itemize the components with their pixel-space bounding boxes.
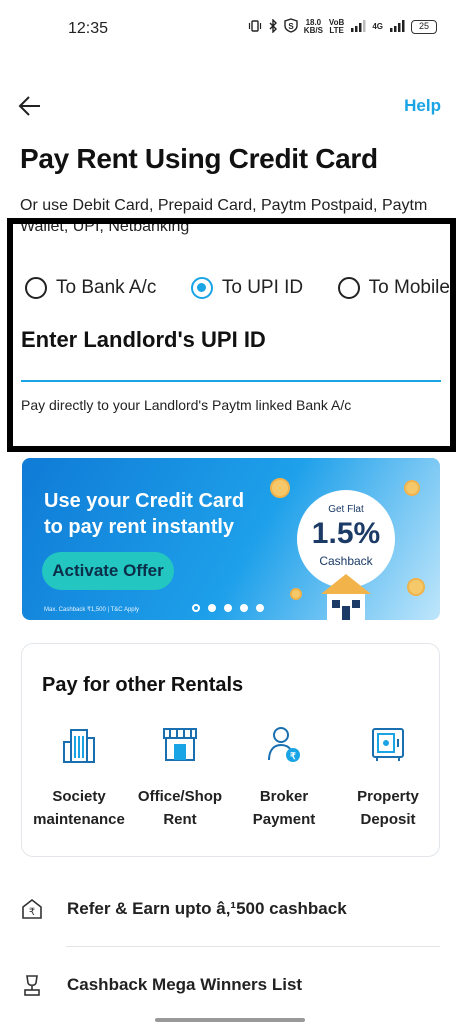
- rental-label: Property Deposit: [336, 785, 440, 831]
- safe-icon: [372, 728, 404, 761]
- rental-label-line1: Office/Shop: [137, 788, 223, 805]
- vibrate-icon: [248, 19, 262, 36]
- battery-icon: 25: [411, 20, 437, 34]
- carousel-dot[interactable]: [256, 604, 264, 612]
- home-indicator[interactable]: [155, 1018, 305, 1022]
- rental-label-line1: Society: [52, 788, 106, 805]
- rupee-house-icon: ₹: [22, 898, 42, 919]
- option-upi-id-label: To UPI ID: [221, 277, 304, 298]
- banner-fine-print: Max. Cashback ₹1,500 | T&C Apply: [44, 607, 139, 613]
- carousel-dot[interactable]: [240, 604, 248, 612]
- offer-banner[interactable]: Use your Credit Card to pay rent instant…: [22, 458, 440, 620]
- cashback-winners-link[interactable]: Cashback Mega Winners List: [20, 955, 440, 1015]
- rental-label-line1: Property: [357, 788, 419, 805]
- carousel-dot[interactable]: [224, 604, 232, 612]
- coin-icon: [404, 480, 420, 496]
- rental-label-line1: Broker: [259, 788, 309, 805]
- cashback-winners-label: Cashback Mega Winners List: [67, 975, 303, 994]
- refer-earn-label: Refer & Earn upto â‚¹500 cashback: [67, 899, 347, 918]
- rental-label-line2: Rent: [163, 811, 197, 828]
- upi-hint: Pay directly to your Landlord's Paytm li…: [21, 397, 352, 413]
- option-bank-account-label: To Bank A/c: [56, 277, 157, 298]
- payment-destination-panel: To Bank A/c To UPI ID To Mobile Enter La…: [7, 218, 456, 452]
- shop-icon: [163, 728, 197, 761]
- trophy-icon: [24, 975, 40, 996]
- banner-headline-1: Use your Credit Card: [44, 490, 245, 512]
- back-button[interactable]: [16, 92, 44, 120]
- broker-icon: ₹: [268, 727, 300, 762]
- option-upi-id[interactable]: To UPI ID: [190, 277, 304, 299]
- building-icon: [63, 729, 95, 763]
- carousel-dot[interactable]: [192, 604, 200, 612]
- help-link[interactable]: Help: [404, 96, 441, 116]
- network-speed: 18.0 KB/S: [304, 19, 323, 35]
- radio-upi-id[interactable]: [190, 277, 213, 299]
- option-mobile-label: To Mobile: [368, 277, 450, 298]
- svg-text:₹: ₹: [29, 907, 35, 918]
- rental-society-maintenance[interactable]: Society maintenance: [27, 724, 131, 831]
- coin-icon: [270, 478, 290, 498]
- status-bar: 12:35 S 18.0 KB/S VoB LTE 4G 25: [0, 0, 461, 58]
- volte-bottom: LTE: [329, 26, 344, 35]
- signal-icon: [350, 19, 366, 35]
- payment-option-group: To Bank A/c To UPI ID To Mobile: [25, 277, 450, 299]
- status-icons: S 18.0 KB/S VoB LTE 4G 25: [248, 17, 437, 36]
- cashback-top-text: Get Flat: [328, 504, 364, 515]
- shield-s-icon: S: [284, 18, 298, 36]
- rental-label: Broker Payment: [232, 785, 336, 831]
- upi-field-label: Enter Landlord's UPI ID: [21, 327, 266, 352]
- volte-indicator: VoB LTE: [329, 19, 344, 35]
- refer-earn-link[interactable]: ₹ Refer & Earn upto â‚¹500 cashback: [20, 879, 440, 939]
- rental-label: Society maintenance: [27, 785, 131, 831]
- carousel-dots: [192, 604, 264, 612]
- radio-mobile[interactable]: [337, 277, 360, 299]
- activate-offer-button[interactable]: Activate Offer: [42, 552, 174, 590]
- arrow-left-icon: [18, 96, 40, 116]
- option-bank-account[interactable]: To Bank A/c: [25, 277, 156, 299]
- coin-icon: [407, 578, 425, 596]
- rental-label-line2: maintenance: [33, 811, 125, 828]
- rental-label: Office/Shop Rent: [128, 785, 232, 831]
- bluetooth-icon: [268, 17, 278, 36]
- upi-id-input[interactable]: [21, 360, 441, 382]
- svg-text:S: S: [288, 22, 294, 31]
- network-type: 4G: [372, 22, 383, 31]
- cashback-bottom-text: Cashback: [319, 554, 373, 568]
- house-icon: [321, 574, 371, 620]
- option-mobile[interactable]: To Mobile: [337, 277, 450, 299]
- coin-icon: [290, 588, 302, 600]
- banner-headline-2: to pay rent instantly: [44, 516, 235, 538]
- other-rentals-card: Pay for other Rentals Society maintenanc…: [21, 643, 440, 857]
- signal-icon-2: [389, 19, 405, 35]
- rental-label-line2: Deposit: [360, 811, 416, 828]
- status-time: 12:35: [68, 20, 109, 37]
- rental-office-shop[interactable]: Office/Shop Rent: [128, 724, 232, 831]
- network-speed-unit: KB/S: [303, 26, 323, 35]
- rental-property-deposit[interactable]: Property Deposit: [336, 724, 440, 831]
- list-divider: [66, 946, 440, 947]
- rental-broker-payment[interactable]: ₹ Broker Payment: [232, 724, 336, 831]
- rental-label-line2: Payment: [252, 811, 316, 828]
- svg-text:₹: ₹: [290, 751, 296, 761]
- rentals-title: Pay for other Rentals: [42, 674, 244, 696]
- page-title: Pay Rent Using Credit Card: [20, 143, 378, 174]
- radio-bank-account[interactable]: [25, 277, 47, 299]
- cashback-value: 1.5%: [311, 517, 381, 550]
- carousel-dot[interactable]: [208, 604, 216, 612]
